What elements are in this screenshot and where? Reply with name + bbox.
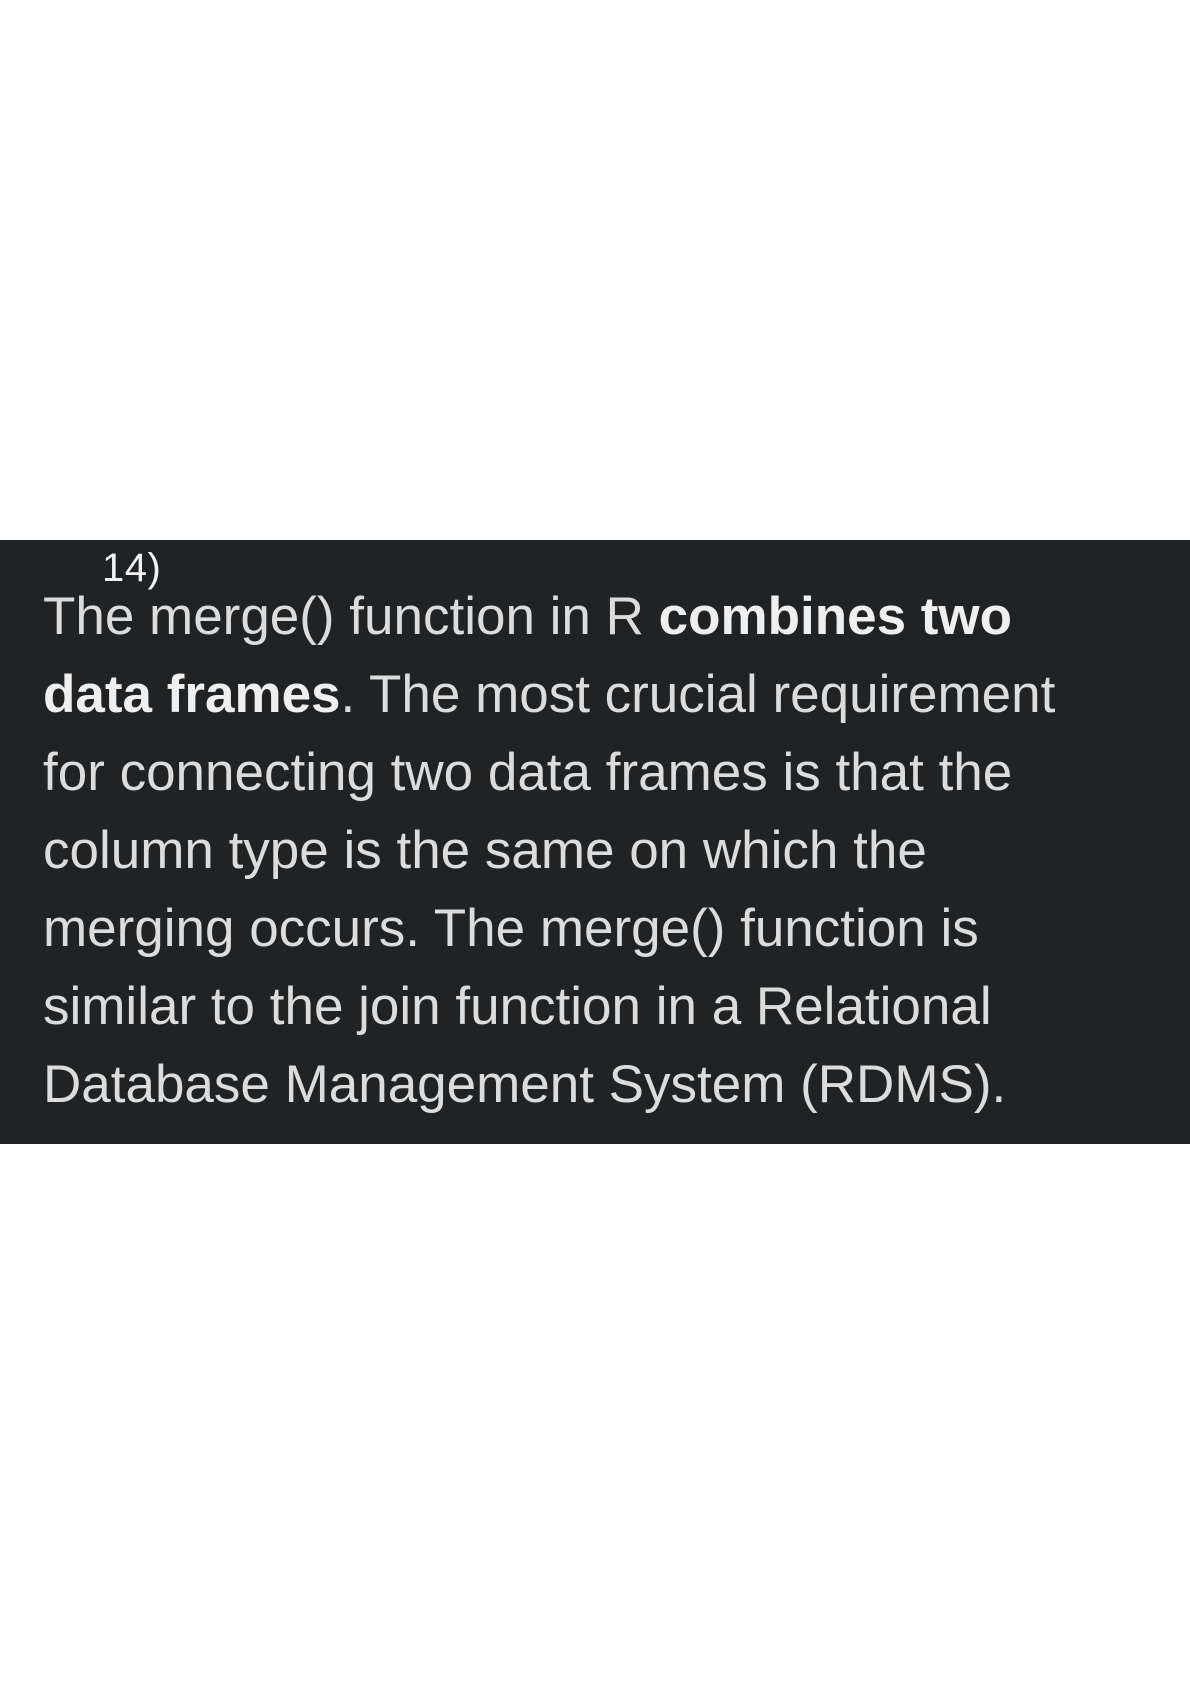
answer-line-3: for connecting two data frames is that t… [43, 743, 1013, 802]
answer-line-2: data frames. The most crucial requiremen… [43, 656, 1163, 734]
answer-paragraph: The merge() function in R combines two d… [43, 578, 1163, 1124]
answer-line-2-text: . The most crucial requirement [340, 665, 1056, 724]
answer-line-2-bold: data frames [43, 665, 341, 724]
answer-line-1: The merge() function in R combines two [43, 578, 1163, 656]
answer-panel: 14) The merge() function in R combines t… [0, 540, 1190, 1144]
answer-line-4: column type is the same on which the [43, 821, 927, 880]
answer-line-1-bold: combines two [658, 587, 1013, 646]
answer-line-1-text: The merge() function in R [43, 587, 659, 646]
answer-line-5: merging occurs. The merge() function is [43, 899, 979, 958]
answer-line-7: Database Management System (RDMS). [43, 1055, 1007, 1114]
answer-line-6: similar to the join function in a Relati… [43, 977, 992, 1036]
